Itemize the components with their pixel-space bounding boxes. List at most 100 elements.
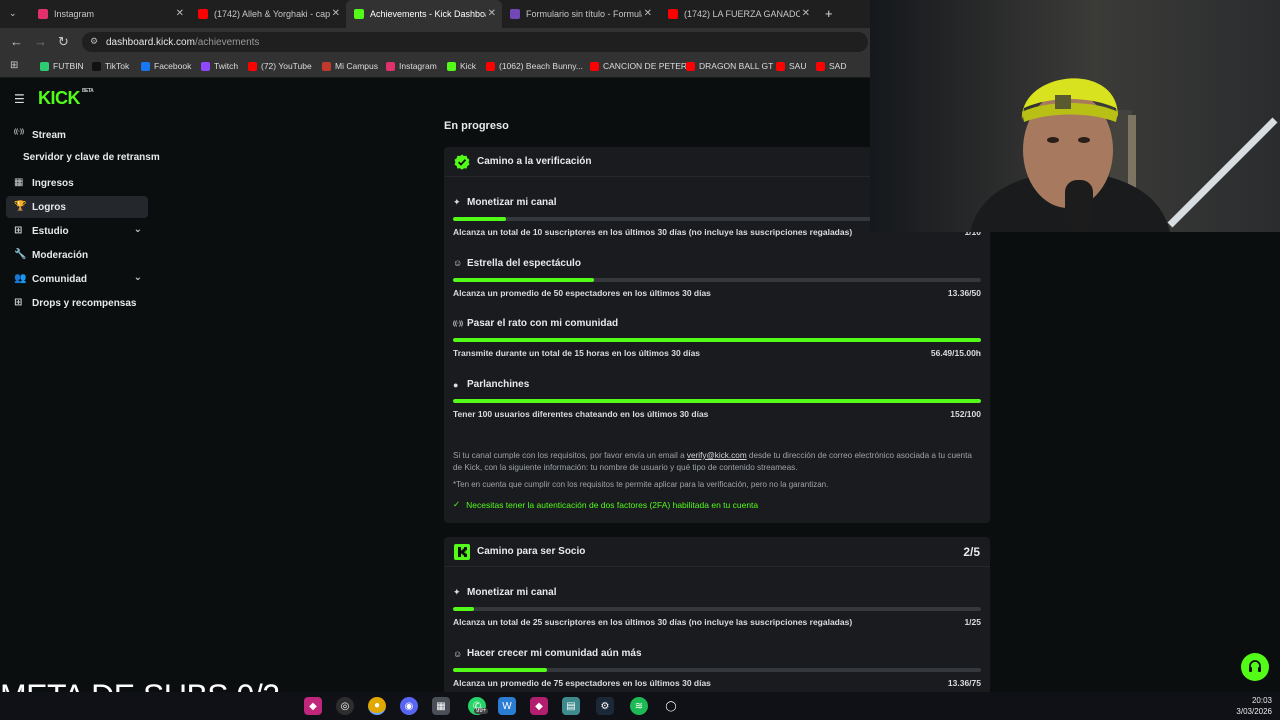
tab-close-icon[interactable]: ✕ (332, 8, 340, 19)
address-bar[interactable]: ⚙ dashboard.kick.com/achievements (82, 32, 868, 52)
card-header: Camino para ser Socio 2/5 (444, 537, 990, 567)
bookmark-label: DRAGON BALL GT (699, 61, 774, 71)
bookmark-favicon-icon (686, 61, 695, 71)
bookmark-item[interactable]: (1062) Beach Bunny... (486, 61, 583, 71)
sidebar-item-comunidad[interactable]: 👥 Comunidad ⌄ (6, 268, 148, 290)
partner-card: Camino para ser Socio 2/5 ✦ Monetizar mi … (444, 537, 990, 697)
sidebar-item-ingresos[interactable]: ▦ Ingresos (6, 172, 148, 194)
back-icon[interactable]: ← (10, 34, 23, 49)
bookmark-item[interactable]: DRAGON BALL GT (686, 61, 773, 71)
requirement-title-text: Estrella del espectáculo (467, 257, 581, 269)
tab-close-icon[interactable]: ✕ (644, 8, 652, 19)
requirement-description: Alcanza un promedio de 50 espectadores e… (453, 287, 711, 298)
steam-icon[interactable]: ⚙ (596, 697, 614, 715)
system-clock[interactable]: 20:03 3/03/2026 (1236, 695, 1272, 717)
requirement-description: Alcanza un total de 25 suscriptores en l… (453, 617, 853, 627)
chevron-down-icon[interactable]: ⌄ (134, 272, 142, 283)
bookmark-item[interactable]: TikTok (92, 61, 129, 71)
bookmark-favicon-icon (386, 61, 395, 71)
chevron-down-icon[interactable]: ⌄ (134, 224, 142, 235)
requirement-title-text: Monetizar mi canal (467, 587, 557, 598)
sidebar-subitem[interactable]: Servidor y clave de retransmisión (23, 152, 160, 163)
bookmark-item[interactable]: Twitch (201, 61, 238, 71)
sidebar-item-stream[interactable]: ((·)) Stream (6, 124, 148, 146)
bookmark-item[interactable]: SAD (816, 61, 846, 71)
app-icon-pink[interactable]: ◆ (530, 697, 548, 715)
app-icon-ring[interactable]: ◯ (662, 697, 680, 715)
tab-close-icon[interactable]: ✕ (176, 8, 184, 19)
progress-bar (453, 607, 981, 611)
kick-logo[interactable]: KICK BETA (38, 88, 94, 109)
browser-tab[interactable]: (1742) Alleh & Yorghaki - capa ✕ (190, 0, 346, 28)
bookmark-label: TikTok (105, 61, 130, 71)
bookmark-item[interactable]: Facebook (141, 61, 191, 71)
progress-bar-fill (453, 399, 981, 404)
tab-close-icon[interactable]: ✕ (802, 8, 810, 19)
requirement-item: ((·)) Pasar el rato con mi comunidad Trans… (453, 318, 981, 368)
bookmark-favicon-icon (201, 61, 210, 71)
bookmark-item[interactable]: Mi Campus (322, 61, 378, 71)
app-icon-teal[interactable]: ▤ (562, 697, 580, 715)
discord-icon[interactable]: ◉ (400, 697, 418, 715)
tab-title: (1742) LA FUERZA GANADORA (684, 9, 800, 19)
requirement-description: Alcanza un promedio de 75 espectadores e… (453, 678, 711, 688)
sidebar-item-logros[interactable]: 🏆 Logros (6, 196, 148, 218)
spotify-icon[interactable]: ≋ (630, 697, 648, 715)
bookmark-item[interactable]: CANCION DE PETER (590, 61, 687, 71)
requirement-title: ☺ Hacer crecer mi comunidad aún más (453, 648, 642, 659)
requirement-title-text: Hacer crecer mi comunidad aún más (467, 648, 642, 659)
sidebar-item-estudio[interactable]: ⊞ Estudio ⌄ (6, 220, 148, 242)
browser-tab-strip: ⌄ Instagram ✕ (1742) Alleh & Yorghaki - ca… (0, 0, 870, 28)
bookmark-label: Instagram (399, 61, 437, 71)
reload-icon[interactable]: ↻ (58, 34, 69, 50)
bookmark-label: Twitch (214, 61, 239, 71)
browser-tab[interactable]: (1742) LA FUERZA GANADORA✕ (660, 0, 816, 28)
calculator-icon[interactable]: ▦ (432, 697, 450, 715)
browser-tab[interactable]: Formulario sin título - Formular ✕ (502, 0, 658, 28)
forward-icon[interactable]: → (34, 34, 47, 49)
requirement-title: ☺ Estrella del espectáculo (453, 258, 581, 269)
app-icon-magenta[interactable]: ◆ (304, 697, 322, 715)
tab-favicon-icon (354, 9, 364, 19)
users-icon: 👥 (14, 273, 27, 284)
hamburger-menu-icon[interactable]: ☰ (14, 92, 26, 106)
bookmark-favicon-icon (40, 61, 49, 71)
new-tab-button[interactable]: + (825, 6, 833, 21)
requirement-title: ✦ Monetizar mi canal (453, 587, 556, 598)
bookmark-label: SAU (789, 61, 807, 71)
requirement-progress-value: 13.36/75 (947, 678, 981, 688)
browser-tab[interactable]: Instagram ✕ (30, 0, 190, 28)
sidebar-item-label: Moderación (32, 249, 89, 261)
bookmark-favicon-icon (92, 61, 101, 71)
trophy-icon: 🏆 (14, 201, 27, 212)
browser-tab[interactable]: Achievements - Kick Dashboard ✕ (346, 0, 502, 28)
word-icon[interactable]: W (498, 697, 516, 715)
apps-grid-icon[interactable]: ⊞ (10, 60, 18, 71)
verification-note: *Ten en cuenta que cumplir con los requi… (453, 480, 829, 489)
progress-bar (453, 277, 981, 282)
gift-icon: ⊞ (14, 297, 23, 308)
bookmark-item[interactable]: Instagram (386, 61, 437, 71)
bookmark-item[interactable]: SAU (776, 61, 806, 71)
requirement-progress-value: 13.36/50 (947, 287, 981, 298)
bookmark-item[interactable]: (72) YouTube (248, 61, 312, 71)
tab-title: (1742) Alleh & Yorghaki - capa (214, 9, 330, 19)
chrome-icon[interactable]: ● (368, 697, 386, 715)
verify-email-link[interactable]: verify@kick.com (687, 451, 747, 460)
obs-icon[interactable]: ◎ (336, 697, 354, 715)
tab-list-chevron-icon[interactable]: ⌄ (9, 8, 17, 19)
sidebar-item-drops-y-recompensas[interactable]: ⊞ Drops y recompensas (6, 292, 148, 314)
bookmark-item[interactable]: Kick (447, 61, 476, 71)
bookmark-item[interactable]: FUTBIN (40, 61, 84, 71)
clock-date: 3/03/2026 (1236, 707, 1272, 716)
tab-close-icon[interactable]: ✕ (488, 8, 496, 19)
sidebar-item-label: Comunidad (32, 273, 87, 285)
users-icon: ☺ (453, 258, 463, 269)
site-info-icon[interactable]: ⚙ (90, 36, 98, 47)
sidebar-item-moderaci-n[interactable]: 🔧 Moderación (6, 244, 148, 266)
progress-bar-fill (453, 277, 595, 282)
wrench-icon: 🔧 (14, 249, 27, 260)
browser-toolbar: ← → ↻ ⚙ dashboard.kick.com/achievements (0, 28, 870, 56)
tab-favicon-icon (198, 9, 208, 19)
support-chat-button[interactable] (1241, 653, 1269, 681)
